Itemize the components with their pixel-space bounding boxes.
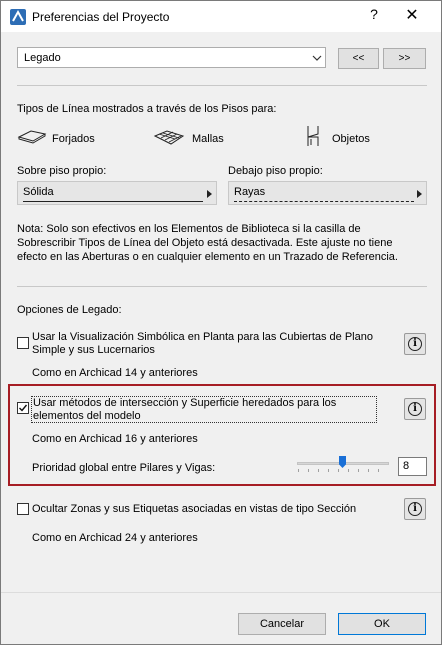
next-preset-label: >>	[398, 53, 411, 64]
slab-icon	[17, 130, 47, 144]
linetype-forjados-label: Forjados	[52, 133, 95, 145]
mesh-icon	[153, 130, 185, 145]
info-icon: i	[408, 502, 422, 516]
linetypes-heading: Tipos de Línea mostrados a través de los…	[17, 103, 277, 115]
checkmark-icon	[19, 404, 28, 412]
solid-line-preview	[23, 201, 203, 202]
slider-ticks	[298, 469, 388, 472]
separator	[17, 85, 427, 86]
option-1-label-line-1[interactable]: Usar la Visualización Simbólica en Plant…	[32, 331, 373, 343]
linetype-objetos-label: Objetos	[332, 133, 370, 145]
option-1-checkbox[interactable]	[17, 337, 29, 349]
option-1-label-line-2[interactable]: Simple y sus Lucernarios	[32, 344, 155, 356]
note-line-3: efecto en las Aberturas o en cualquier e…	[17, 251, 398, 263]
title-bar: Preferencias del Proyecto ? ✕	[1, 1, 441, 32]
info-icon: i	[408, 337, 422, 351]
own-floor-linetype-value: Sólida	[23, 186, 54, 198]
dashed-line-preview	[234, 201, 414, 202]
option-2-label-line-2[interactable]: elementos del modelo	[33, 410, 141, 422]
option-2-note: Como en Archicad 16 y anteriores	[32, 433, 198, 445]
priority-value: 8	[403, 460, 410, 472]
priority-label: Prioridad global entre Pilares y Vigas:	[32, 462, 216, 474]
slider-thumb[interactable]	[339, 456, 346, 468]
help-button[interactable]: ?	[363, 6, 385, 22]
below-floor-linetype-value: Rayas	[234, 186, 266, 198]
info-icon: i	[408, 402, 422, 416]
triangle-right-icon	[207, 190, 212, 198]
ok-label: OK	[374, 618, 390, 630]
below-floor-linetype-popup[interactable]: Rayas	[228, 181, 427, 205]
cancel-button[interactable]: Cancelar	[238, 613, 326, 635]
footer-separator	[1, 592, 441, 593]
preferences-dialog: Preferencias del Proyecto ? ✕ Legado << …	[0, 0, 442, 645]
triangle-right-icon	[417, 190, 422, 198]
priority-value-field[interactable]: 8	[398, 457, 427, 476]
archicad-app-icon	[10, 9, 26, 25]
ok-button[interactable]: OK	[338, 613, 426, 635]
close-button[interactable]: ✕	[401, 5, 423, 25]
object-chair-icon	[307, 126, 319, 146]
option-3-note: Como en Archicad 24 y anteriores	[32, 532, 198, 544]
window-title: Preferencias del Proyecto	[32, 10, 170, 24]
chevron-down-icon	[312, 55, 322, 61]
next-preset-button[interactable]: >>	[383, 48, 426, 69]
note-line-2: Sobrescribir Tipos de Línea del Objeto e…	[17, 237, 393, 249]
option-3-label[interactable]: Ocultar Zonas y sus Etiquetas asociadas …	[32, 503, 356, 515]
priority-slider[interactable]	[297, 456, 389, 472]
option-2-label-line-1[interactable]: Usar métodos de intersección y Superfici…	[33, 397, 336, 409]
option-2-info-button[interactable]: i	[404, 398, 426, 420]
note-line-1: Nota: Solo son efectivos en los Elemento…	[17, 223, 361, 235]
option-3-info-button[interactable]: i	[404, 498, 426, 520]
previous-preset-button[interactable]: <<	[338, 48, 379, 69]
option-2-checkbox[interactable]	[17, 402, 29, 414]
preset-dropdown[interactable]: Legado	[17, 47, 326, 68]
preset-value: Legado	[24, 52, 61, 64]
below-floor-label: Debajo piso propio:	[228, 165, 323, 177]
own-floor-linetype-popup[interactable]: Sólida	[17, 181, 217, 205]
cancel-label: Cancelar	[259, 618, 305, 630]
option-3-checkbox[interactable]	[17, 503, 29, 515]
previous-preset-label: <<	[352, 53, 365, 64]
option-1-info-button[interactable]: i	[404, 333, 426, 355]
legacy-heading: Opciones de Legado:	[17, 304, 122, 316]
linetype-mallas-label: Mallas	[192, 133, 224, 145]
separator	[17, 286, 427, 287]
own-floor-label: Sobre piso propio:	[17, 165, 107, 177]
option-1-note: Como en Archicad 14 y anteriores	[32, 367, 198, 379]
